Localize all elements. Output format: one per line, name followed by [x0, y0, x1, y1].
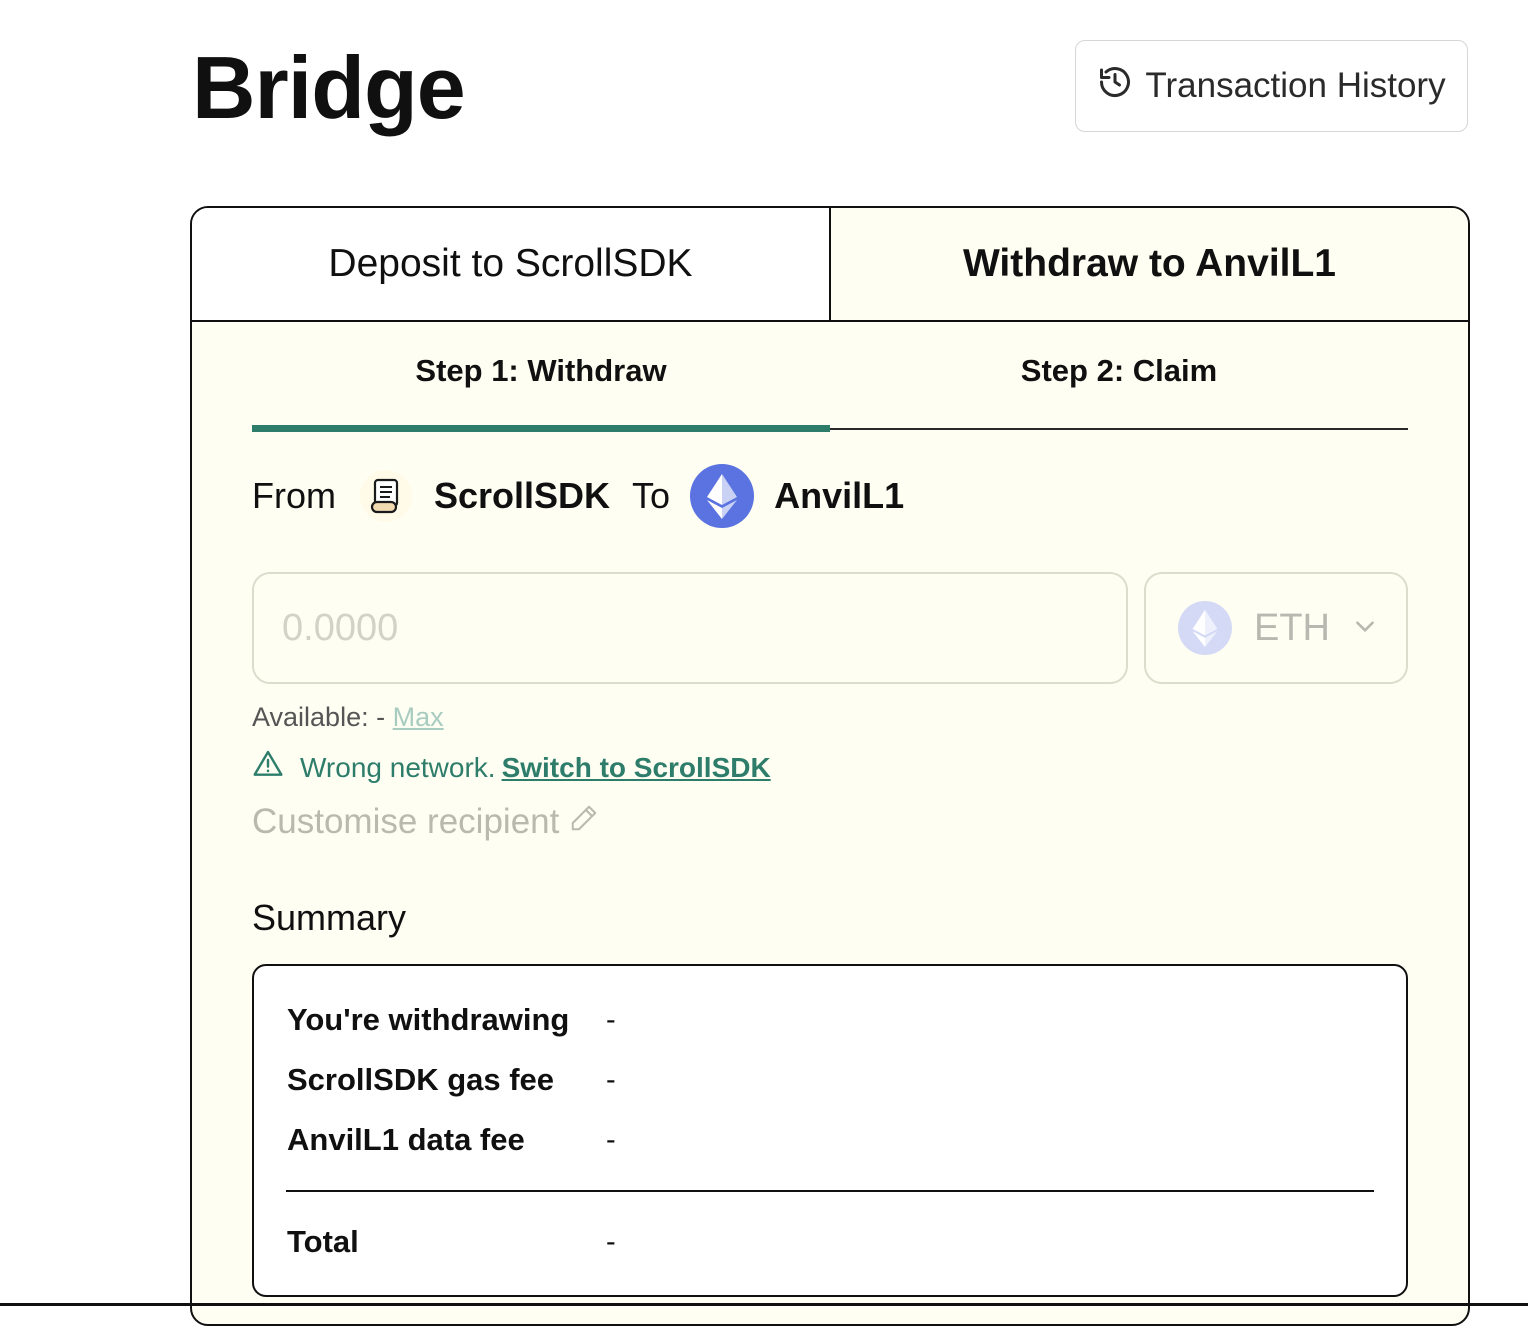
- token-select[interactable]: ETH: [1144, 572, 1408, 684]
- bridge-card: Deposit to ScrollSDK Withdraw to AnvilL1…: [190, 206, 1470, 1326]
- from-label: From: [252, 475, 336, 516]
- token-symbol: ETH: [1254, 606, 1330, 649]
- customise-recipient-button[interactable]: Customise recipient: [252, 802, 599, 842]
- step-tabs: Step 1: Withdraw Step 2: Claim: [252, 322, 1408, 432]
- network-warning: Wrong network. Switch to ScrollSDK: [252, 748, 771, 787]
- summary-row-value: -: [606, 1124, 616, 1156]
- switch-network-link[interactable]: Switch to ScrollSDK: [502, 752, 771, 784]
- available-label: Available:: [252, 702, 369, 732]
- from-network: ScrollSDK: [434, 475, 611, 516]
- ethereum-icon: [690, 464, 755, 528]
- active-step-indicator: [252, 425, 830, 432]
- history-icon: [1097, 64, 1133, 109]
- withdraw-panel: Step 1: Withdraw Step 2: Claim From Scro…: [252, 322, 1408, 1297]
- summary-row-value: -: [606, 1004, 616, 1036]
- amount-input[interactable]: [252, 572, 1128, 684]
- available-balance: Available: - Max: [252, 702, 444, 733]
- summary-divider: [286, 1190, 1374, 1192]
- warning-icon: [252, 748, 300, 787]
- scroll-icon: [360, 470, 412, 522]
- to-network: AnvilL1: [774, 475, 905, 516]
- tab-step-claim[interactable]: Step 2: Claim: [830, 322, 1408, 430]
- available-value: -: [376, 702, 386, 732]
- tab-withdraw[interactable]: Withdraw to AnvilL1: [831, 208, 1468, 320]
- summary-total-value: -: [606, 1226, 616, 1258]
- summary-row-value: -: [606, 1064, 616, 1096]
- to-label: To: [632, 475, 671, 516]
- transaction-history-button[interactable]: Transaction History: [1075, 40, 1468, 132]
- summary-row-label: AnvilL1 data fee: [287, 1122, 525, 1157]
- warning-text: Wrong network.: [300, 751, 496, 783]
- ethereum-icon: [1178, 601, 1232, 655]
- chevron-down-icon: [1352, 613, 1378, 644]
- tab-deposit[interactable]: Deposit to ScrollSDK: [192, 208, 831, 320]
- summary-row-label: You're withdrawing: [287, 1002, 570, 1037]
- summary-total-label: Total: [287, 1224, 359, 1259]
- max-button[interactable]: Max: [393, 702, 444, 732]
- transaction-history-label: Transaction History: [1145, 66, 1446, 105]
- customise-recipient-label: Customise recipient: [252, 802, 560, 841]
- summary-row-label: ScrollSDK gas fee: [287, 1062, 555, 1097]
- network-route: From ScrollSDK To AnvilL1: [252, 464, 904, 528]
- main-tabs: Deposit to ScrollSDK Withdraw to AnvilL1: [192, 208, 1468, 322]
- tab-step-withdraw[interactable]: Step 1: Withdraw: [252, 322, 830, 430]
- summary-title: Summary: [252, 897, 407, 938]
- page-title: Bridge: [192, 38, 466, 137]
- summary-box: You're withdrawing - ScrollSDK gas fee -…: [252, 964, 1408, 1297]
- pencil-icon: [559, 802, 599, 842]
